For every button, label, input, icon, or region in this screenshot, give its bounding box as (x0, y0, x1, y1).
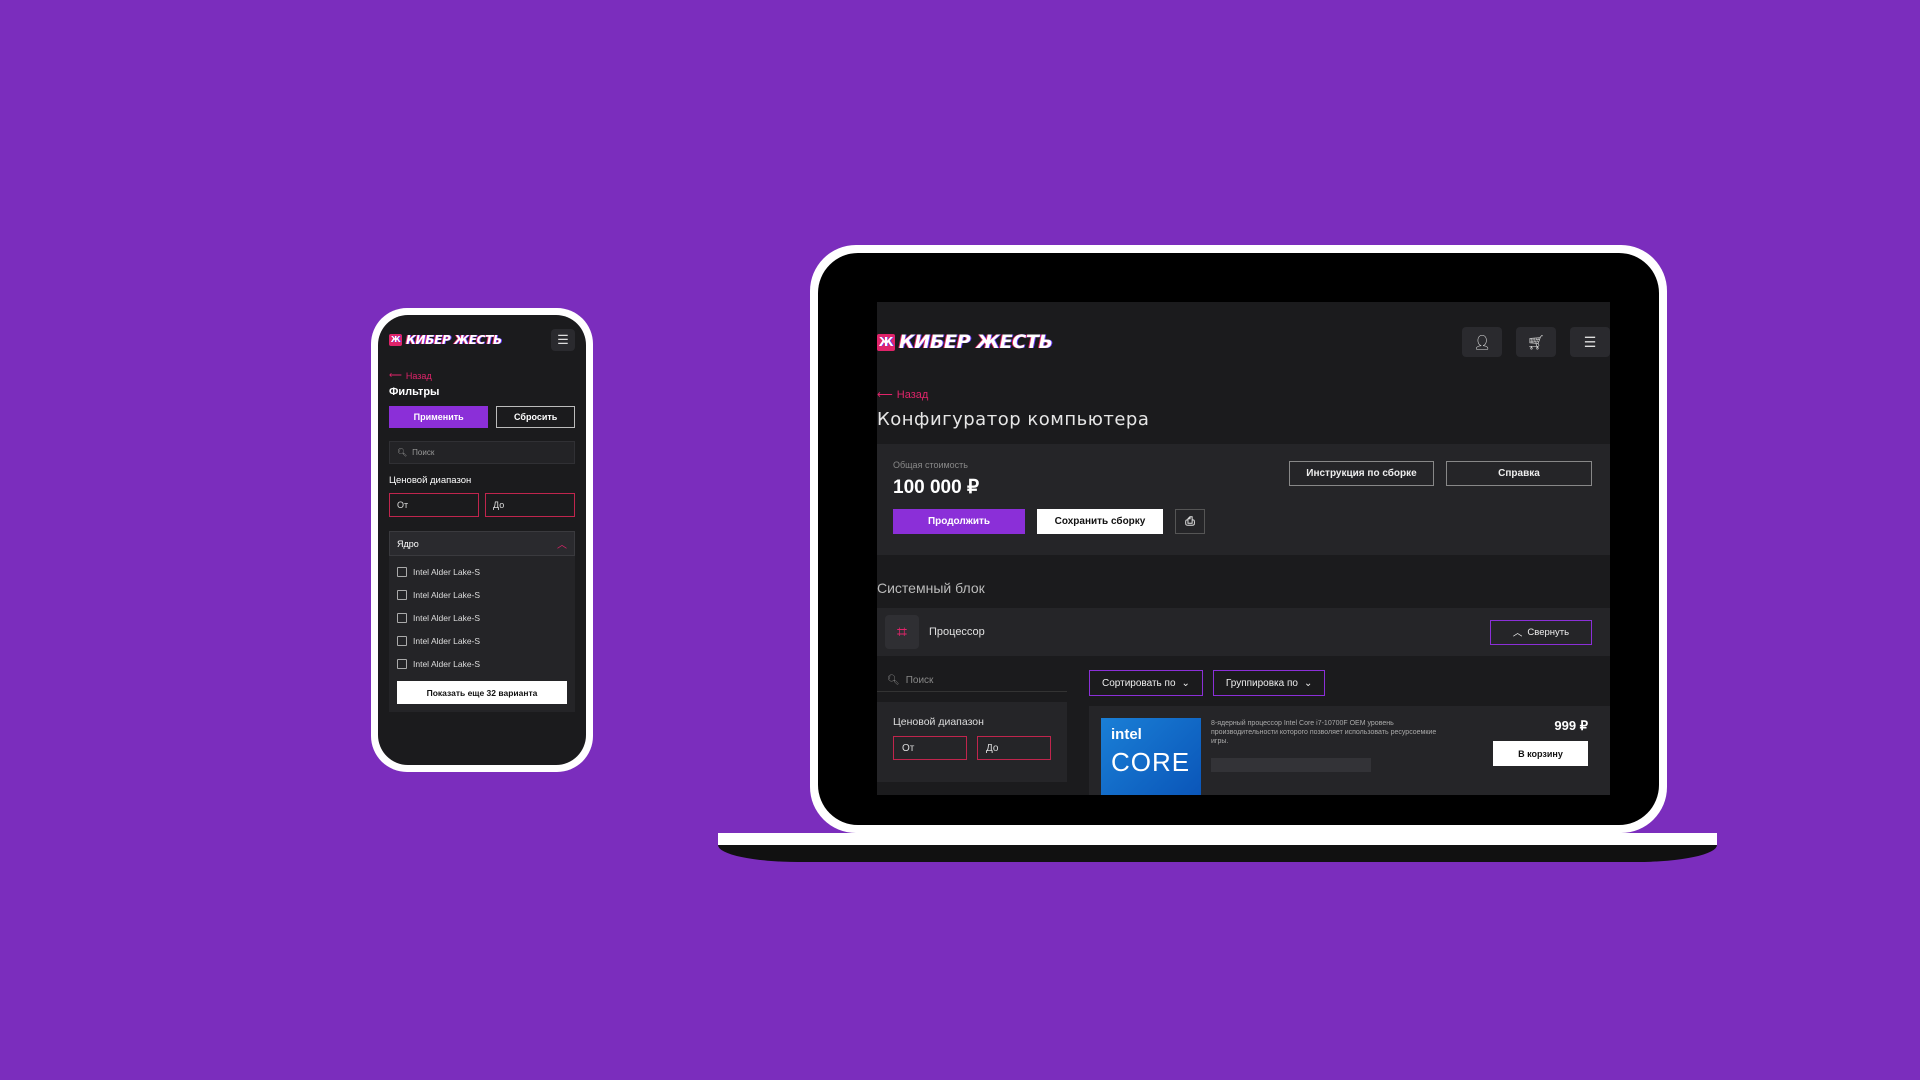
product-brand: intel (1111, 726, 1142, 743)
section-title: Системный блок (877, 580, 985, 596)
product-image: intel CORE (1101, 718, 1201, 795)
checkbox-option[interactable]: Intel Alder Lake-S (397, 652, 567, 675)
cpu-icon: ⌗ (885, 615, 919, 649)
price-to-field[interactable]: До (977, 736, 1051, 760)
burger-icon[interactable]: ☰ (551, 329, 575, 351)
add-to-cart-button[interactable]: В корзину (1493, 741, 1588, 766)
apply-button[interactable]: Применить (389, 406, 489, 428)
show-more-button[interactable]: Показать еще 32 варианта (397, 681, 567, 704)
continue-button[interactable]: Продолжить (893, 509, 1025, 534)
laptop-screen: Ж КИБЕР ЖЕСТЬ 👤︎ 🛒︎ ☰ ⟵ Назад Конфигурат… (877, 302, 1610, 795)
price-from-field[interactable]: От (893, 736, 967, 760)
instructions-button[interactable]: Инструкция по сборке (1289, 461, 1434, 486)
page-title: Конфигуратор компьютера (877, 409, 1150, 430)
price-to-field[interactable]: До (485, 493, 575, 517)
catalog-area: 🔍︎ Поиск Ценовой диапазон От До Сортиров… (877, 670, 1610, 795)
price-range: От До (389, 493, 575, 517)
option-label: Intel Alder Lake-S (413, 658, 481, 669)
checkbox[interactable] (397, 566, 407, 577)
chevron-up-icon: ︿ (1512, 628, 1523, 639)
search-input[interactable]: 🔍︎ Поиск (877, 670, 1067, 692)
chevron-up-icon: ︿ (557, 540, 567, 551)
summary-actions: Продолжить Сохранить сборку ⎙ (893, 509, 1594, 534)
search-placeholder: Поиск (905, 675, 934, 686)
product-card[interactable]: intel CORE 8-ядерный процессор Intel Cor… (1089, 706, 1610, 795)
price-range: От До (893, 736, 1051, 760)
filter-actions: Применить Сбросить (389, 406, 575, 428)
arrow-left-icon: ⟵ (877, 389, 893, 401)
option-label: Intel Alder Lake-S (413, 589, 481, 600)
category-row-processor[interactable]: ⌗ Процессор ︿ Свернуть (877, 608, 1610, 656)
user-icon[interactable]: 👤︎ (1462, 327, 1502, 357)
product-series: CORE (1111, 747, 1191, 777)
checkbox[interactable] (397, 635, 407, 646)
laptop-bezel: Ж КИБЕР ЖЕСТЬ 👤︎ 🛒︎ ☰ ⟵ Назад Конфигурат… (818, 253, 1659, 825)
phone-header: Ж КИБЕР ЖЕСТЬ ☰ (389, 329, 575, 351)
header-icons: 👤︎ 🛒︎ ☰ (1462, 327, 1610, 357)
search-icon: 🔍︎ (397, 448, 408, 457)
collapse-label: Свернуть (1527, 626, 1570, 638)
checkbox-option[interactable]: Intel Alder Lake-S (397, 560, 567, 583)
brand-name: КИБЕР ЖЕСТЬ (899, 331, 1053, 353)
search-icon: 🔍︎ (887, 675, 900, 686)
core-accordion-header[interactable]: Ядро ︿ (389, 531, 575, 556)
group-dropdown[interactable]: Группировка по ⌄ (1212, 670, 1326, 696)
site-header: Ж КИБЕР ЖЕСТЬ 👤︎ 🛒︎ ☰ (877, 302, 1610, 362)
back-label: Назад (405, 370, 432, 381)
save-build-button[interactable]: Сохранить сборку (1037, 509, 1163, 534)
brand-mark-icon: Ж (389, 334, 402, 346)
product-spec-bar (1211, 758, 1371, 772)
group-label: Группировка по (1225, 677, 1298, 689)
burger-icon[interactable]: ☰ (1570, 327, 1610, 357)
chevron-down-icon: ⌄ (1303, 677, 1313, 689)
help-actions: Инструкция по сборке Справка (1289, 461, 1592, 486)
chevron-down-icon: ⌄ (1181, 677, 1190, 689)
checkbox-option[interactable]: Intel Alder Lake-S (397, 606, 567, 629)
price-range-label: Ценовой диапазон (893, 716, 984, 728)
price-range-label: Ценовой диапазон (389, 475, 472, 486)
phone-mockup: Ж КИБЕР ЖЕСТЬ ☰ ⟵ Назад Фильтры Применит… (371, 308, 593, 772)
phone-screen: Ж КИБЕР ЖЕСТЬ ☰ ⟵ Назад Фильтры Применит… (378, 315, 586, 765)
print-icon[interactable]: ⎙ (1175, 509, 1205, 534)
checkbox[interactable] (397, 658, 407, 669)
laptop-base-shadow (718, 845, 1717, 862)
back-link[interactable]: ⟵ Назад (877, 388, 1610, 402)
back-label: Назад (896, 388, 929, 401)
product-price: 999 ₽ (1554, 718, 1588, 733)
brand-name: КИБЕР ЖЕСТЬ (406, 333, 502, 347)
laptop-mockup: Ж КИБЕР ЖЕСТЬ 👤︎ 🛒︎ ☰ ⟵ Назад Конфигурат… (810, 245, 1667, 833)
search-placeholder: Поиск (412, 448, 435, 457)
price-filter: Ценовой диапазон От До (877, 702, 1067, 782)
cart-icon[interactable]: 🛒︎ (1516, 327, 1556, 357)
filter-sidebar: 🔍︎ Поиск Ценовой диапазон От До (877, 670, 1067, 795)
accordion-label: Ядро (397, 538, 419, 549)
checkbox-option[interactable]: Intel Alder Lake-S (397, 629, 567, 652)
list-controls: Сортировать по ⌄ Группировка по ⌄ (1089, 670, 1610, 696)
product-description: 8-ядерный процессор Intel Core i7-10700F… (1211, 720, 1437, 745)
help-button[interactable]: Справка (1446, 461, 1592, 486)
option-label: Intel Alder Lake-S (413, 566, 481, 577)
brand-logo[interactable]: Ж КИБЕР ЖЕСТЬ (877, 331, 1053, 353)
option-label: Intel Alder Lake-S (413, 635, 481, 646)
brand-mark-icon: Ж (877, 333, 895, 351)
brand-logo[interactable]: Ж КИБЕР ЖЕСТЬ (389, 333, 502, 347)
price-from-field[interactable]: От (389, 493, 479, 517)
option-label: Intel Alder Lake-S (413, 612, 481, 623)
category-label: Процессор (929, 626, 985, 638)
search-input[interactable]: 🔍︎ Поиск (389, 441, 575, 464)
checkbox-option[interactable]: Intel Alder Lake-S (397, 583, 567, 606)
arrow-left-icon: ⟵ (389, 370, 402, 380)
core-options-list: Intel Alder Lake-S Intel Alder Lake-S In… (389, 556, 575, 712)
laptop-base (718, 833, 1717, 845)
collapse-button[interactable]: ︿ Свернуть (1490, 619, 1592, 645)
summary-panel: Общая стоимость 100 000 ₽ Продолжить Сох… (877, 444, 1610, 555)
sort-dropdown[interactable]: Сортировать по ⌄ (1089, 670, 1203, 696)
filters-title: Фильтры (389, 386, 440, 398)
reset-button[interactable]: Сбросить (496, 406, 575, 428)
product-list: Сортировать по ⌄ Группировка по ⌄ intel … (1089, 670, 1610, 795)
checkbox[interactable] (397, 612, 407, 623)
back-link[interactable]: ⟵ Назад (389, 370, 575, 381)
sort-label: Сортировать по (1102, 677, 1176, 689)
checkbox[interactable] (397, 589, 407, 600)
